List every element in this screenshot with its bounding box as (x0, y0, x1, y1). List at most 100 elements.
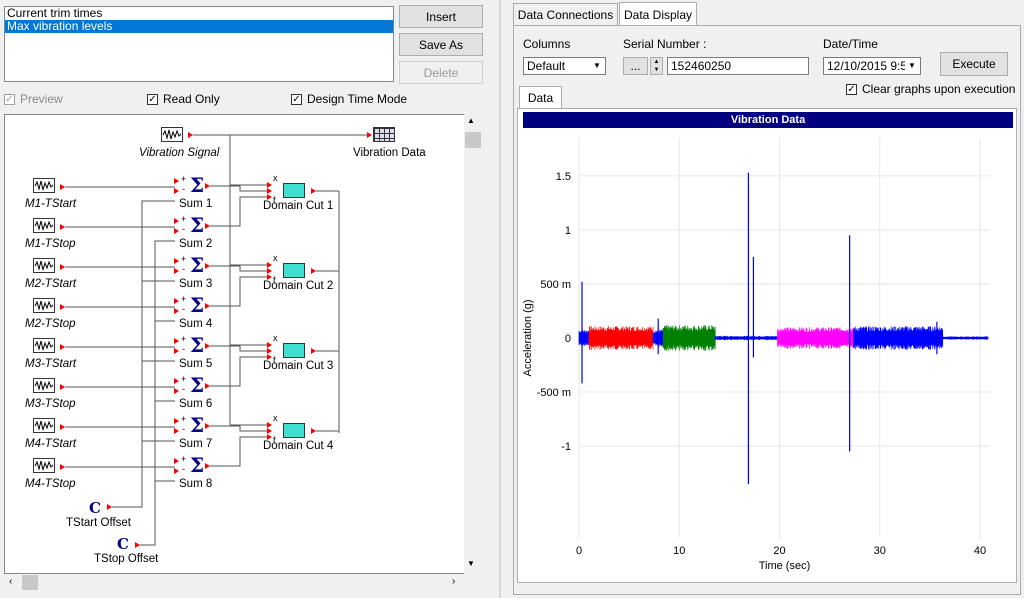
waveform-icon[interactable] (33, 378, 55, 393)
sigma-icon[interactable]: Σ (190, 455, 204, 475)
waveform-icon[interactable] (33, 178, 55, 193)
tstart-offset-label[interactable]: TStart Offset (66, 517, 131, 529)
waveform-icon[interactable] (33, 418, 55, 433)
vibration-data-label[interactable]: Vibration Data (353, 147, 426, 159)
waveform-icon[interactable] (161, 127, 183, 142)
cut-f-label[interactable]: f (273, 275, 276, 285)
sum-label[interactable]: Sum 7 (179, 438, 212, 450)
serial-number-input[interactable]: 152460250 (667, 57, 809, 75)
sum-plus-sign[interactable]: + (181, 214, 186, 224)
clear-graphs-checkbox[interactable]: ✓ Clear graphs upon execution (846, 82, 1015, 96)
sum-label[interactable]: Sum 5 (179, 358, 212, 370)
vibration-signal-label[interactable]: Vibration Signal (139, 147, 219, 159)
input-label[interactable]: M3-TStart (25, 358, 76, 370)
sum-plus-sign[interactable]: + (181, 254, 186, 264)
cut-f-label[interactable]: f (273, 355, 276, 365)
waveform-icon[interactable] (33, 458, 55, 473)
list-item-selected[interactable]: Max vibration levels (5, 20, 393, 33)
cut-f-label[interactable]: f (273, 435, 276, 445)
cut-x-label[interactable]: x (273, 333, 278, 343)
sum-plus-sign[interactable]: + (181, 414, 186, 424)
sum-plus-sign[interactable]: + (181, 294, 186, 304)
port-arrow-icon (60, 184, 65, 190)
tab-data[interactable]: Data (519, 86, 562, 108)
input-label[interactable]: M2-TStart (25, 278, 76, 290)
sum-plus-sign[interactable]: + (181, 334, 186, 344)
input-label[interactable]: M2-TStop (25, 318, 76, 330)
vertical-scrollbar[interactable]: ▲ ▼ (464, 114, 482, 574)
insert-button[interactable]: Insert (399, 5, 483, 28)
cut-x-label[interactable]: x (273, 253, 278, 263)
tstart-constant-icon[interactable]: C (89, 499, 101, 517)
input-label[interactable]: M3-TStop (25, 398, 76, 410)
sum-minus-sign[interactable]: - (182, 224, 185, 234)
waveform-icon[interactable] (33, 258, 55, 273)
sum-label[interactable]: Sum 6 (179, 398, 212, 410)
read-only-checkbox[interactable]: ✓ Read Only (147, 92, 220, 106)
tab-data-display[interactable]: Data Display (619, 2, 697, 26)
waveform-icon[interactable] (33, 218, 55, 233)
horizontal-scrollbar[interactable]: ‹ › (4, 574, 466, 591)
preview-checkbox[interactable]: ✓ Preview (4, 92, 63, 106)
sum-label[interactable]: Sum 1 (179, 198, 212, 210)
sum-minus-sign[interactable]: - (182, 184, 185, 194)
sum-minus-sign[interactable]: - (182, 304, 185, 314)
browse-button[interactable]: ... (623, 57, 648, 75)
sigma-icon[interactable]: Σ (190, 255, 204, 275)
sum-label[interactable]: Sum 4 (179, 318, 212, 330)
cut-x-label[interactable]: x (273, 173, 278, 183)
sum-plus-sign[interactable]: + (181, 174, 186, 184)
scroll-thumb-h[interactable] (22, 575, 38, 590)
tstop-constant-icon[interactable]: C (117, 535, 129, 553)
sum-minus-sign[interactable]: - (182, 464, 185, 474)
spinner-icon[interactable]: ▲ ▼ (650, 57, 663, 75)
tstop-offset-label[interactable]: TStop Offset (94, 553, 158, 565)
domain-cut-icon[interactable] (283, 343, 305, 358)
sum-minus-sign[interactable]: - (182, 384, 185, 394)
sum-plus-sign[interactable]: + (181, 374, 186, 384)
sigma-icon[interactable]: Σ (190, 415, 204, 435)
tab-data-connections[interactable]: Data Connections (513, 3, 618, 25)
scroll-thumb[interactable] (465, 132, 481, 148)
sigma-icon[interactable]: Σ (190, 295, 204, 315)
domain-cut-icon[interactable] (283, 423, 305, 438)
execute-button[interactable]: Execute (940, 52, 1008, 76)
scroll-down-icon[interactable]: ▼ (467, 559, 475, 568)
scroll-left-icon[interactable]: ‹ (9, 576, 12, 587)
scenario-list[interactable]: Current trim times Max vibration levels (4, 6, 394, 82)
domain-cut-icon[interactable] (283, 263, 305, 278)
datetime-picker[interactable]: 12/10/2015 9:5 ▼ (823, 57, 921, 75)
columns-select[interactable]: Default ▼ (523, 57, 606, 75)
design-time-mode-checkbox[interactable]: ✓ Design Time Mode (291, 92, 407, 106)
sigma-icon[interactable]: Σ (190, 335, 204, 355)
input-label[interactable]: M1-TStart (25, 198, 76, 210)
chart-title: Vibration Data (523, 112, 1013, 128)
sigma-icon[interactable]: Σ (190, 215, 204, 235)
domain-cut-icon[interactable] (283, 183, 305, 198)
vibration-chart[interactable]: 0 10 20 30 40 1.5 1 500 m 0 -500 m -1 Time (sec) Acc… (517, 128, 1017, 583)
save-as-button[interactable]: Save As (399, 33, 483, 56)
delete-button[interactable]: Delete (399, 61, 483, 84)
sigma-icon[interactable]: Σ (190, 375, 204, 395)
sum-minus-sign[interactable]: - (182, 424, 185, 434)
waveform-icon[interactable] (33, 338, 55, 353)
cut-x-label[interactable]: x (273, 413, 278, 423)
table-icon[interactable] (373, 127, 395, 142)
splitter[interactable] (499, 0, 501, 598)
cut-f-label[interactable]: f (273, 195, 276, 205)
sum-minus-sign[interactable]: - (182, 264, 185, 274)
scroll-up-icon[interactable]: ▲ (467, 116, 475, 125)
sum-label[interactable]: Sum 3 (179, 278, 212, 290)
input-label[interactable]: M1-TStop (25, 238, 76, 250)
waveform-icon[interactable] (33, 298, 55, 313)
scroll-right-icon[interactable]: › (452, 576, 455, 587)
sum-plus-sign[interactable]: + (181, 454, 186, 464)
input-label[interactable]: M4-TStop (25, 478, 76, 490)
input-label[interactable]: M4-TStart (25, 438, 76, 450)
sum-label[interactable]: Sum 8 (179, 478, 212, 490)
diagram-canvas[interactable]: Vibration Signal Vibration Data M1-TStart +… (4, 114, 482, 574)
sigma-icon[interactable]: Σ (190, 175, 204, 195)
sum-minus-sign[interactable]: - (182, 344, 185, 354)
port-arrow-icon (135, 542, 140, 548)
sum-label[interactable]: Sum 2 (179, 238, 212, 250)
